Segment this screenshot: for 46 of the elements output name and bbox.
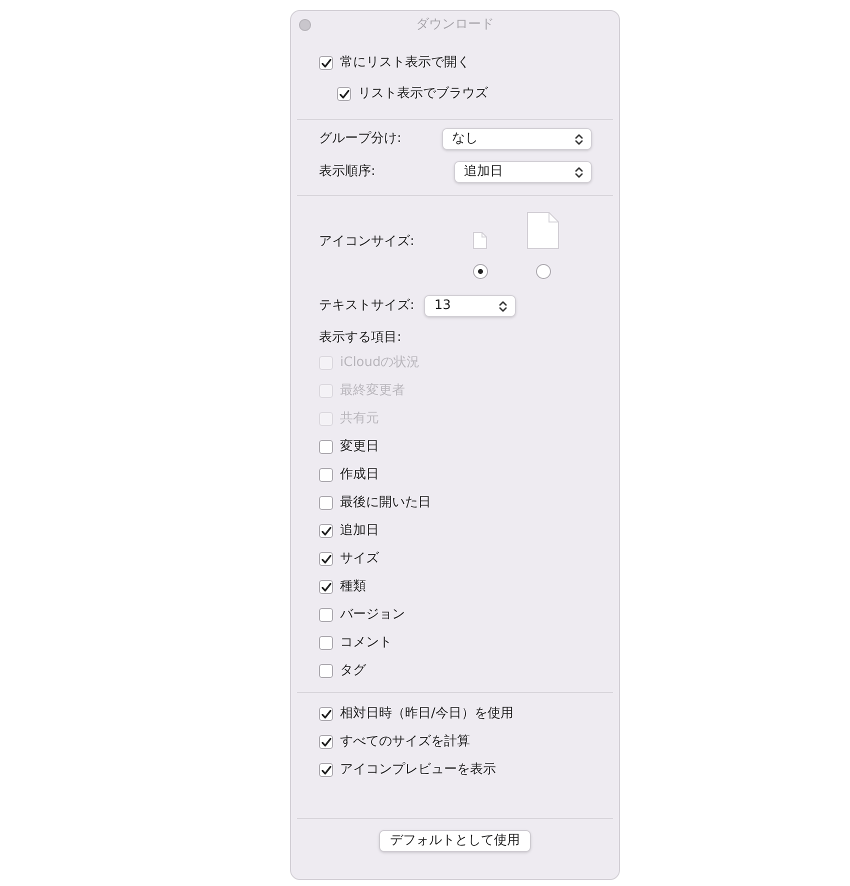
checkbox-label: 追加日 [340,522,379,540]
checkbox-label: サイズ [340,550,379,568]
checkbox-label: タグ [340,662,366,680]
checkbox[interactable] [319,636,333,650]
checkbox-label: リスト表示でブラウズ [358,85,488,104]
document-icon [527,212,559,249]
checkbox[interactable] [319,763,333,777]
checkbox-label: 作成日 [340,466,379,484]
checkbox-label: 相対日時（昨日/今日）を使用 [340,705,514,724]
checkbox-label: 変更日 [340,438,379,456]
checkbox-label: コメント [340,634,392,652]
checkbox[interactable] [319,707,333,721]
checkbox-label: バージョン [340,606,405,624]
radio-button[interactable] [536,264,550,279]
checkbox[interactable] [319,735,333,749]
sort-order-dropdown[interactable]: 追加日 [454,161,592,183]
text-size-dropdown[interactable]: 13 [424,295,516,317]
checkbox[interactable] [319,608,333,622]
section-label: 表示する項目: [319,329,402,347]
checkbox[interactable] [319,552,333,566]
use-as-defaults-button[interactable]: デフォルトとして使用 [379,830,531,852]
checkbox-label: 最後に開いた日 [340,494,431,512]
checkbox-label: アイコンプレビューを表示 [340,761,496,780]
field-label: グループ分け: [319,130,402,148]
checkbox[interactable] [319,524,333,538]
field-label: アイコンサイズ: [319,233,416,251]
group-by-dropdown[interactable]: なし [442,128,592,150]
checkbox[interactable] [337,87,351,101]
up-down-chevron-icon [499,300,508,312]
window-title: ダウンロード [416,16,494,34]
field-label: 表示順序: [319,163,376,182]
checkbox[interactable] [319,440,333,454]
radio-button[interactable] [472,264,488,279]
checkbox-label: すべてのサイズを計算 [340,733,470,752]
field-label: テキストサイズ: [319,297,414,316]
close-button[interactable] [299,19,311,31]
up-down-chevron-icon [575,166,583,178]
checkbox[interactable] [319,468,333,482]
checkbox[interactable] [319,664,333,678]
checkbox[interactable] [319,496,333,510]
checkbox-label: 常にリスト表示で開く [340,54,470,72]
checkbox[interactable] [319,580,333,594]
checkbox[interactable] [319,56,333,70]
document-icon [473,232,487,249]
checkbox-label: 種類 [340,578,366,596]
up-down-chevron-icon [575,134,583,144]
